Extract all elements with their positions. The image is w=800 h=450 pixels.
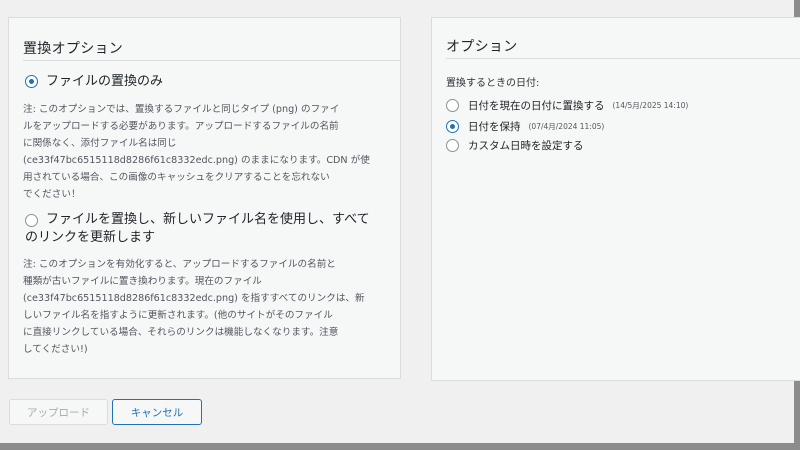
note-line: ルをアップロードする必要があります。アップロードするファイルの名前	[23, 121, 339, 132]
replace-and-rename-option[interactable]: ファイルを置換し、新しいファイル名を使用し、すべて のリンクを更新します	[25, 211, 370, 247]
radio-date-current[interactable]	[446, 99, 459, 112]
panel-title: オプション	[446, 39, 518, 55]
radio-date-custom[interactable]	[446, 139, 459, 152]
date-label: 置換するときの日付:	[446, 78, 540, 89]
option-label: ファイルの置換のみ	[46, 74, 164, 89]
title-divider	[23, 60, 400, 61]
date-option-label: 日付を保持	[468, 121, 521, 133]
note-line: に直接リンクしている場合、それらのリンクは機能しなくなります。注意	[23, 327, 339, 338]
date-option-detail: (07/4月/2024 11:05)	[528, 122, 605, 131]
date-option-custom[interactable]: カスタム日時を設定する	[446, 138, 584, 153]
cancel-button[interactable]: キャンセル	[112, 399, 202, 425]
radio-replace-only[interactable]	[25, 75, 38, 88]
note-line: 注: このオプションでは、置換するファイルと同じタイプ (png) のファイ	[23, 104, 340, 115]
replace-options-panel: 置換オプション ファイルの置換のみ 注: このオプションでは、置換するファイルと…	[8, 17, 401, 379]
panel-title: 置換オプション	[23, 41, 124, 57]
note-line: (ce33f47bc6515118d8286f61c8332edc.png) の…	[23, 155, 370, 166]
date-option-label: カスタム日時を設定する	[468, 140, 584, 152]
note-line: 注: このオプションを有効化すると、アップロードするファイルの名前と	[23, 259, 336, 270]
options-panel: オプション 置換するときの日付: 日付を現在の日付に置換する (14/5月/20…	[431, 17, 800, 381]
upload-button[interactable]: アップロード	[9, 399, 108, 425]
replace-only-note: 注: このオプションでは、置換するファイルと同じタイプ (png) のファイ ル…	[23, 101, 395, 203]
radio-date-keep[interactable]	[446, 120, 459, 133]
option-label: ファイルを置換し、新しいファイル名を使用し、すべて のリンクを更新します	[25, 212, 370, 245]
note-line: 用されている場合、この画像のキャッシュをクリアすることを忘れない	[23, 172, 330, 183]
replace-file-only-option[interactable]: ファイルの置換のみ	[25, 73, 163, 91]
date-option-detail: (14/5月/2025 14:10)	[612, 101, 689, 110]
radio-replace-rename[interactable]	[25, 214, 38, 227]
date-option-current[interactable]: 日付を現在の日付に置換する (14/5月/2025 14:10)	[446, 98, 688, 113]
date-option-label: 日付を現在の日付に置換する	[468, 100, 605, 112]
note-line: でください！	[23, 189, 81, 200]
note-line: 種類が古いファイルに置き換わります。現在のファイル	[23, 276, 262, 287]
title-divider	[446, 58, 800, 59]
media-replace-screen: 置換オプション ファイルの置換のみ 注: このオプションでは、置換するファイルと…	[0, 0, 800, 443]
note-line: (ce33f47bc6515118d8286f61c8332edc.png) を…	[23, 293, 365, 304]
note-line: に関係なく、添付ファイル名は同じ	[23, 138, 177, 149]
note-line: しいファイル名を指すように更新されます。(他のサイトがそのファイル	[23, 310, 333, 321]
replace-rename-note: 注: このオプションを有効化すると、アップロードするファイルの名前と 種類が古い…	[23, 256, 395, 358]
date-option-keep[interactable]: 日付を保持 (07/4月/2024 11:05)	[446, 119, 604, 134]
note-line: してください!)	[23, 344, 88, 355]
